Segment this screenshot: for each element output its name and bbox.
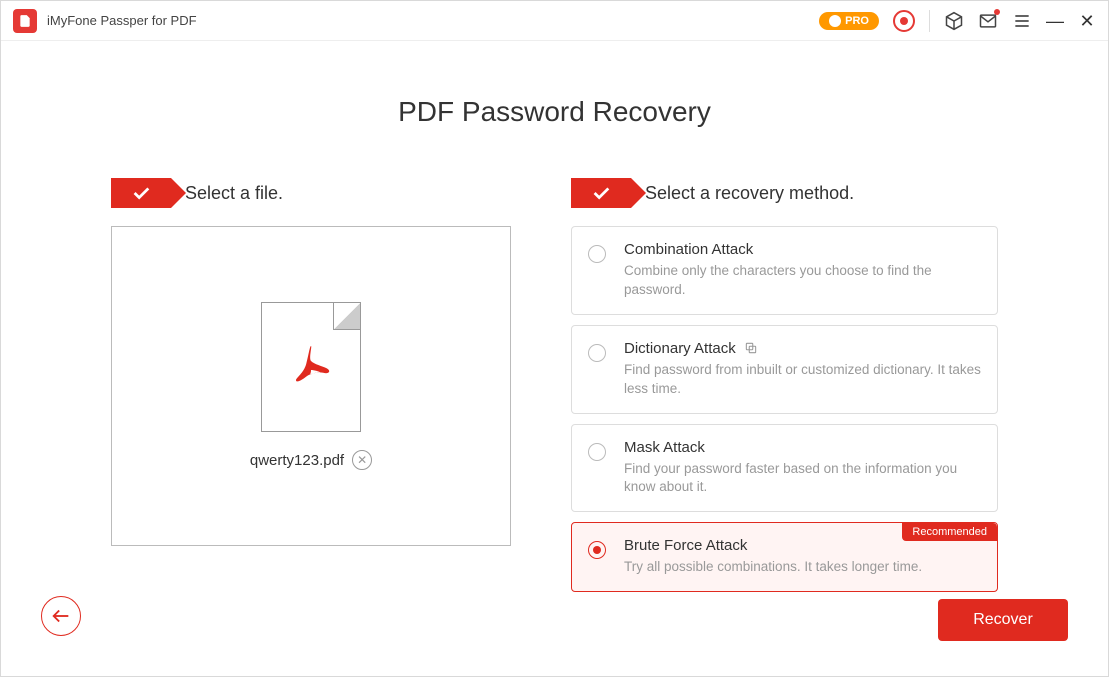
- app-title: iMyFone Passper for PDF: [47, 13, 197, 28]
- filename-row: qwerty123.pdf ✕: [250, 450, 372, 470]
- select-file-label: Select a file.: [185, 183, 283, 204]
- select-file-header: Select a file.: [111, 178, 511, 208]
- back-button[interactable]: [41, 596, 81, 636]
- method-title: Combination Attack: [624, 241, 981, 258]
- recommended-badge: Recommended: [902, 523, 997, 541]
- clear-file-button[interactable]: ✕: [352, 450, 372, 470]
- file-drop-area[interactable]: qwerty123.pdf ✕: [111, 226, 511, 546]
- app-logo-icon: [13, 9, 37, 33]
- recover-button[interactable]: Recover: [938, 599, 1068, 641]
- method-mask[interactable]: Mask Attack Find your password faster ba…: [571, 424, 998, 513]
- method-title: Brute Force Attack: [624, 537, 922, 554]
- select-method-label: Select a recovery method.: [645, 183, 854, 204]
- mail-icon[interactable]: [978, 11, 998, 31]
- page-title: PDF Password Recovery: [1, 96, 1108, 128]
- radio-icon: [588, 344, 606, 362]
- left-panel: Select a file. qwerty123.pdf ✕: [111, 178, 511, 602]
- pdf-file-icon: [261, 302, 361, 432]
- select-method-header: Select a recovery method.: [571, 178, 998, 208]
- right-panel: Select a recovery method. Combination At…: [571, 178, 998, 602]
- method-bruteforce[interactable]: Recommended Brute Force Attack Try all p…: [571, 522, 998, 592]
- method-combination[interactable]: Combination Attack Combine only the char…: [571, 226, 998, 315]
- copy-icon: [744, 341, 758, 355]
- method-desc: Try all possible combinations. It takes …: [624, 558, 922, 577]
- minimize-button[interactable]: —: [1046, 12, 1064, 30]
- method-desc: Find password from inbuilt or customized…: [624, 361, 981, 399]
- method-title: Dictionary Attack: [624, 340, 981, 357]
- user-icon[interactable]: [893, 10, 915, 32]
- method-desc: Find your password faster based on the i…: [624, 460, 981, 498]
- method-desc: Combine only the characters you choose t…: [624, 262, 981, 300]
- titlebar: iMyFone Passper for PDF PRO — ✕: [1, 1, 1108, 41]
- content: Select a file. qwerty123.pdf ✕: [1, 128, 1108, 602]
- radio-icon: [588, 443, 606, 461]
- menu-icon[interactable]: [1012, 11, 1032, 31]
- check-flag-icon: [111, 178, 171, 208]
- app-window: iMyFone Passper for PDF PRO — ✕ PDF Pass…: [0, 0, 1109, 677]
- divider: [929, 10, 930, 32]
- check-flag-icon: [571, 178, 631, 208]
- pro-badge[interactable]: PRO: [819, 12, 879, 30]
- method-dictionary[interactable]: Dictionary Attack Find password from inb…: [571, 325, 998, 414]
- radio-icon: [588, 245, 606, 263]
- filename-label: qwerty123.pdf: [250, 452, 344, 469]
- close-button[interactable]: ✕: [1078, 12, 1096, 30]
- radio-icon: [588, 541, 606, 559]
- method-title: Mask Attack: [624, 439, 981, 456]
- titlebar-right: PRO — ✕: [819, 10, 1096, 32]
- cube-icon[interactable]: [944, 11, 964, 31]
